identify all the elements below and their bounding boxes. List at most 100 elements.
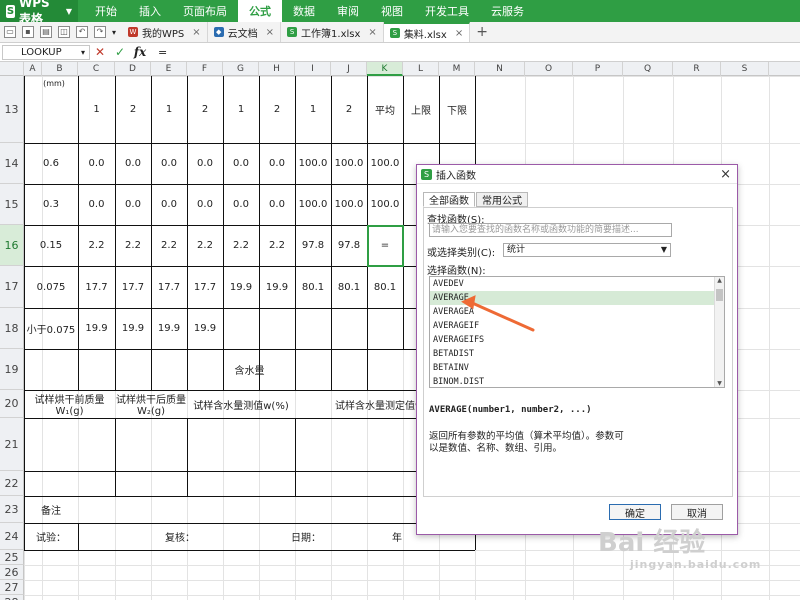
cancel-button[interactable]: 取消 — [671, 504, 723, 520]
cell-row18[interactable]: 小于0.075 — [24, 308, 78, 349]
cell-date-label[interactable]: 日期： — [291, 523, 330, 550]
column-header-c[interactable]: C — [78, 62, 115, 76]
cell-row16[interactable]: 2.2 — [259, 225, 295, 266]
cell-row16[interactable]: 97.8 — [331, 225, 367, 266]
chevron-down-icon[interactable]: ▼ — [661, 244, 667, 256]
column-header-j[interactable]: J — [331, 62, 367, 76]
menu-insert[interactable]: 插入 — [128, 0, 172, 22]
column-header-a[interactable]: A — [24, 62, 42, 76]
column-header-d[interactable]: D — [115, 62, 151, 76]
cell-row13[interactable]: 2 — [331, 76, 367, 143]
cell-row16[interactable]: 2.2 — [115, 225, 151, 266]
menu-data[interactable]: 数据 — [282, 0, 326, 22]
row-header-28[interactable]: 28 — [0, 595, 24, 600]
cell-row14[interactable]: 100.0 — [295, 143, 331, 184]
row-header-13[interactable]: 13 — [0, 76, 24, 143]
cell-row17[interactable]: 17.7 — [115, 266, 151, 308]
new-tab-icon[interactable]: + — [476, 24, 488, 40]
function-item[interactable]: BETAINV — [430, 361, 724, 375]
cell-row13[interactable]: 平均 — [367, 76, 403, 143]
preview-icon[interactable]: ◫ — [58, 26, 70, 38]
close-icon[interactable]: × — [192, 27, 200, 38]
cell-row13[interactable]: 1 — [151, 76, 187, 143]
cell-row17[interactable]: 80.1 — [331, 266, 367, 308]
close-icon[interactable]: × — [720, 167, 731, 182]
menu-view[interactable]: 视图 — [370, 0, 414, 22]
more-icon[interactable]: ▾ — [112, 28, 118, 37]
cell-row15[interactable]: 100.0 — [367, 184, 403, 225]
cell-row13[interactable]: 2 — [115, 76, 151, 143]
row-header-24[interactable]: 24 — [0, 523, 24, 550]
column-header-i[interactable]: I — [295, 62, 331, 76]
function-item[interactable]: AVERAGEIFS — [430, 333, 724, 347]
function-item[interactable]: AVERAGEIF — [430, 319, 724, 333]
cell-row17[interactable]: 19.9 — [259, 266, 295, 308]
row-header-26[interactable]: 26 — [0, 565, 24, 580]
scroll-down-icon[interactable]: ▼ — [715, 380, 724, 387]
cell-row13[interactable]: 上限 — [403, 76, 439, 143]
cell-row16[interactable]: 0.15 — [24, 225, 78, 266]
menu-home[interactable]: 开始 — [84, 0, 128, 22]
column-header-l[interactable]: L — [403, 62, 439, 76]
cell-row15[interactable]: 0.3 — [24, 184, 78, 225]
row-header-21[interactable]: 21 — [0, 418, 24, 471]
cell-row18[interactable]: 19.9 — [78, 308, 115, 349]
cell-row17[interactable]: 17.7 — [78, 266, 115, 308]
confirm-icon[interactable]: ✓ — [110, 45, 130, 59]
function-item[interactable]: BETADIST — [430, 347, 724, 361]
cell-row17[interactable]: 19.9 — [223, 266, 259, 308]
cell-row13[interactable]: 1 — [223, 76, 259, 143]
cell-b12-unit[interactable]: (mm) — [30, 76, 78, 90]
row-header-17[interactable]: 17 — [0, 266, 24, 308]
column-header-o[interactable]: O — [525, 62, 573, 76]
cell-row17[interactable]: 80.1 — [295, 266, 331, 308]
cell-row16[interactable]: 2.2 — [78, 225, 115, 266]
function-list[interactable]: AVEDEV AVERAGE AVERAGEA AVERAGEIF AVERAG… — [429, 276, 725, 388]
tab-my-wps[interactable]: W 我的WPS × — [122, 22, 208, 42]
cell-row14[interactable]: 0.0 — [223, 143, 259, 184]
cell-row14[interactable]: 100.0 — [367, 143, 403, 184]
cell-row13[interactable]: 2 — [187, 76, 223, 143]
cell-row14[interactable]: 100.0 — [331, 143, 367, 184]
row-header-18[interactable]: 18 — [0, 308, 24, 349]
select-all-corner[interactable] — [0, 62, 24, 76]
menu-page-layout[interactable]: 页面布局 — [172, 0, 238, 22]
row-header-15[interactable]: 15 — [0, 184, 24, 225]
cell-row13[interactable]: 2 — [259, 76, 295, 143]
open-icon[interactable]: ▭ — [4, 26, 16, 38]
close-icon[interactable]: × — [368, 27, 376, 38]
menu-formulas[interactable]: 公式 — [238, 0, 282, 22]
menu-review[interactable]: 审阅 — [326, 0, 370, 22]
close-icon[interactable]: × — [266, 27, 274, 38]
column-header-r[interactable]: R — [673, 62, 721, 76]
cell-row16[interactable]: 97.8 — [295, 225, 331, 266]
insert-function-icon[interactable]: fx — [130, 45, 150, 59]
cell-remark[interactable]: 备注 — [24, 496, 78, 523]
function-search-input[interactable]: 请输入您要查找的函数名称或函数功能的简要描述... — [429, 223, 672, 237]
function-item[interactable]: AVERAGEA — [430, 305, 724, 319]
cell-row16[interactable]: 2.2 — [223, 225, 259, 266]
ok-button[interactable]: 确定 — [609, 504, 661, 520]
column-header-g[interactable]: G — [223, 62, 259, 76]
cell-row17[interactable]: 17.7 — [187, 266, 223, 308]
row-header-16[interactable]: 16 — [0, 225, 24, 266]
column-header-m[interactable]: M — [439, 62, 475, 76]
cell-row17[interactable]: 17.7 — [151, 266, 187, 308]
column-header-e[interactable]: E — [151, 62, 187, 76]
function-item[interactable]: AVEDEV — [430, 277, 724, 291]
row-header-20[interactable]: 20 — [0, 390, 24, 418]
cell-row13[interactable]: 1 — [295, 76, 331, 143]
cell-row14[interactable]: 0.0 — [187, 143, 223, 184]
category-select[interactable]: 统计 ▼ — [503, 243, 671, 257]
cell-row17[interactable]: 0.075 — [24, 266, 78, 308]
row-header-23[interactable]: 23 — [0, 496, 24, 523]
row-header-27[interactable]: 27 — [0, 580, 24, 595]
cell-row15[interactable]: 0.0 — [259, 184, 295, 225]
cell-row14[interactable]: 0.0 — [151, 143, 187, 184]
row-header-19[interactable]: 19 — [0, 349, 24, 390]
close-icon[interactable]: × — [455, 28, 463, 39]
formula-input[interactable]: = — [158, 46, 167, 59]
cell-row13[interactable]: 下限 — [439, 76, 475, 143]
print-icon[interactable]: ▤ — [40, 26, 52, 38]
cell-row15[interactable]: 0.0 — [78, 184, 115, 225]
